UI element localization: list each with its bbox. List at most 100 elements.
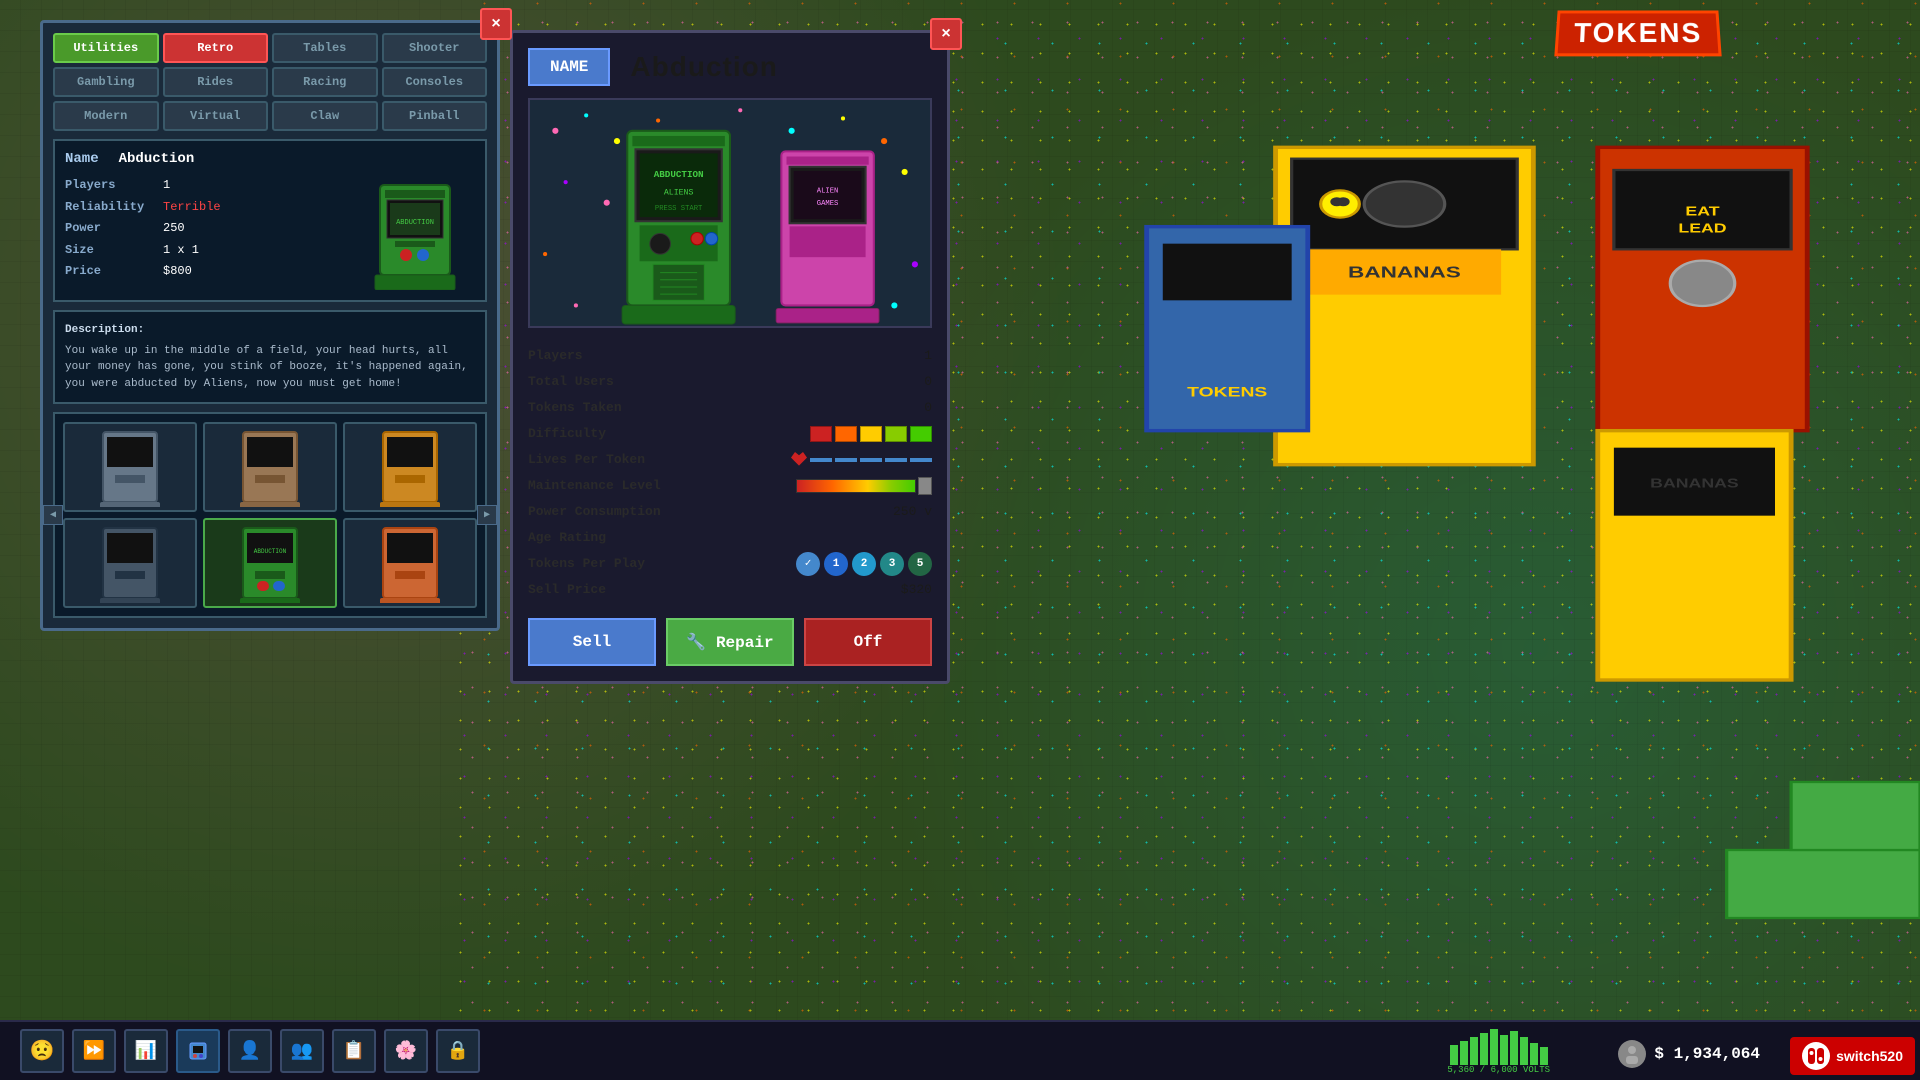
detail-close-button[interactable]: ×	[930, 18, 962, 50]
svg-text:GAMES: GAMES	[817, 200, 839, 208]
power-value: 250 v	[893, 499, 932, 525]
total-users-label: Total Users	[528, 369, 614, 395]
tokens-per-play-bar: ✓ 1 2 3 5	[796, 552, 932, 576]
sell-price-row: Sell Price $320	[528, 577, 932, 603]
life-dash-5	[910, 458, 932, 462]
hud-arcade-button[interactable]	[176, 1029, 220, 1073]
tab-gambling[interactable]: Gambling	[53, 67, 159, 97]
money-display: $ 1,934,064	[1618, 1040, 1760, 1068]
scroll-left-button[interactable]: ◀	[43, 505, 63, 525]
power-bar-2	[1460, 1041, 1468, 1065]
stat-size-label: Size	[65, 240, 155, 262]
machine-item-4[interactable]	[63, 518, 197, 608]
bottom-hud: 😟 ⏩ 📊 👤 👥 📋 🌸 🔒 5,360 / 6,000 VOLTS	[0, 1020, 1920, 1080]
hud-person-button[interactable]: 👤	[228, 1029, 272, 1073]
difficulty-bar	[810, 426, 932, 442]
machine-item-5[interactable]: ABDUCTION	[203, 518, 337, 608]
tab-claw[interactable]: Claw	[272, 101, 378, 131]
tab-shooter[interactable]: Shooter	[382, 33, 488, 63]
tokens-per-play-row: Tokens Per Play ✓ 1 2 3 5	[528, 551, 932, 577]
maintenance-label: Maintenance Level	[528, 473, 661, 499]
person-icon	[1620, 1042, 1644, 1066]
total-users-row: Total Users 0	[528, 369, 932, 395]
diff-seg-3	[860, 426, 882, 442]
switch-label: switch520	[1836, 1048, 1903, 1064]
power-bar-5	[1490, 1029, 1498, 1065]
machine-item-1[interactable]	[63, 422, 197, 512]
hud-settings-button[interactable]: 🌸	[384, 1029, 428, 1073]
total-users-value: 0	[924, 369, 932, 395]
machine-item-2[interactable]	[203, 422, 337, 512]
machine-2-svg	[235, 427, 305, 507]
description-text: You wake up in the middle of a field, yo…	[65, 343, 475, 393]
power-meter: 5,360 / 6,000 VOLTS	[1447, 1029, 1550, 1075]
stat-price-label: Price	[65, 261, 155, 283]
machine-item-3[interactable]	[343, 422, 477, 512]
hud-people-button[interactable]: 👥	[280, 1029, 324, 1073]
hud-speed-button[interactable]: ⏩	[72, 1029, 116, 1073]
maintenance-bar	[796, 478, 932, 494]
name-button[interactable]: NAME	[528, 48, 610, 86]
catalog-machine-svg: ABDUCTION	[365, 175, 465, 290]
tab-virtual[interactable]: Virtual	[163, 101, 269, 131]
hud-lock-button[interactable]: 🔒	[436, 1029, 480, 1073]
sell-button[interactable]: Sell	[528, 618, 656, 666]
tab-modern[interactable]: Modern	[53, 101, 159, 131]
tab-tables[interactable]: Tables	[272, 33, 378, 63]
tokens-per-play-label: Tokens Per Play	[528, 551, 645, 577]
power-label: Power Consumption	[528, 499, 661, 525]
action-buttons: Sell 🔧 Repair Off	[528, 618, 932, 666]
detail-stats: Players 1 Total Users 0 Tokens Taken 0 D…	[528, 343, 932, 603]
maintenance-fill	[796, 479, 916, 493]
power-bar-9	[1530, 1043, 1538, 1065]
money-amount: $ 1,934,064	[1654, 1045, 1760, 1063]
item-info-header: Name Abduction	[65, 151, 475, 167]
tab-racing[interactable]: Racing	[272, 67, 378, 97]
scroll-right-button[interactable]: ▶	[477, 505, 497, 525]
tab-pinball[interactable]: Pinball	[382, 101, 488, 131]
players-value: 1	[924, 343, 932, 369]
power-bar-4	[1480, 1033, 1488, 1065]
machine-item-6[interactable]	[343, 518, 477, 608]
catalog-close-button[interactable]: ×	[480, 8, 512, 40]
tab-consoles[interactable]: Consoles	[382, 67, 488, 97]
svg-text:ABDUCTION: ABDUCTION	[396, 219, 434, 227]
hud-list-button[interactable]: 📋	[332, 1029, 376, 1073]
machine-image-area: ABDUCTION ALIENS PRESS START	[528, 98, 932, 328]
hud-mood-button[interactable]: 😟	[20, 1029, 64, 1073]
svg-text:ALIENS: ALIENS	[664, 189, 694, 198]
off-button[interactable]: Off	[804, 618, 932, 666]
tab-rides[interactable]: Rides	[163, 67, 269, 97]
stat-reliability-label: Reliability	[65, 197, 155, 219]
switch-logo	[1802, 1042, 1830, 1070]
power-bar-6	[1500, 1035, 1508, 1065]
tab-utilities[interactable]: Utilities	[53, 33, 159, 63]
sell-price-label: Sell Price	[528, 577, 606, 603]
life-dash-2	[835, 458, 857, 462]
diff-seg-2	[835, 426, 857, 442]
tokens-sign: TOKENS	[1554, 11, 1722, 57]
lives-label: Lives Per Token	[528, 447, 645, 473]
hud-stats-button[interactable]: 📊	[124, 1029, 168, 1073]
svg-text:ABDUCTION: ABDUCTION	[654, 169, 704, 180]
item-info-panel: Name Abduction Players1 ReliabilityTerri…	[53, 139, 487, 302]
category-tabs: Utilities Retro Tables Shooter Gambling …	[53, 33, 487, 131]
token-1: 1	[824, 552, 848, 576]
diff-seg-5	[910, 426, 932, 442]
power-row: Power Consumption 250 v	[528, 499, 932, 525]
power-bar-3	[1470, 1037, 1478, 1065]
life-dash-3	[860, 458, 882, 462]
stat-power-label: Power	[65, 218, 155, 240]
repair-button[interactable]: 🔧 Repair	[666, 618, 794, 666]
description-box: Description: You wake up in the middle o…	[53, 310, 487, 404]
stat-power-value: 250	[163, 218, 185, 240]
sell-price-value: $320	[901, 577, 932, 603]
item-stats: Players1 ReliabilityTerrible Power250 Si…	[65, 175, 221, 290]
maintenance-handle	[918, 477, 932, 495]
svg-text:ALIEN: ALIEN	[817, 187, 839, 195]
stat-reliability-value: Terrible	[163, 197, 221, 219]
tab-retro[interactable]: Retro	[163, 33, 269, 63]
machine-4-svg	[95, 523, 165, 603]
detail-panel-header: NAME Abduction	[528, 48, 932, 86]
switch-badge: switch520	[1790, 1037, 1915, 1075]
